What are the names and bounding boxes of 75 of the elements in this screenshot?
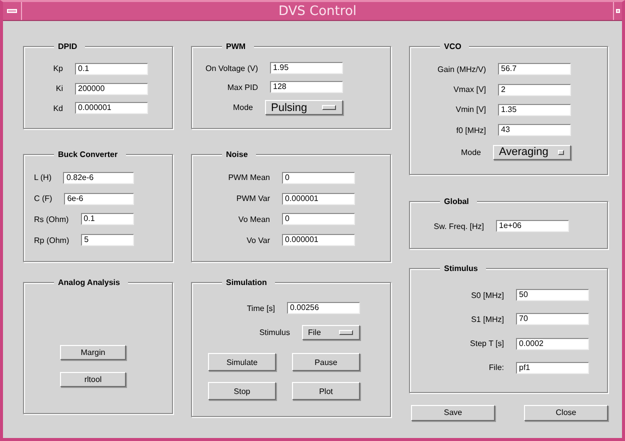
- window-title: DVS Control: [277, 4, 358, 18]
- group-title: VCO: [440, 41, 470, 52]
- group-title: Simulation: [222, 277, 275, 288]
- action-button[interactable]: Margin: [60, 345, 126, 360]
- group-title: Stimulus: [440, 263, 486, 274]
- input-field[interactable]: 50: [516, 289, 589, 302]
- group-title: Analog Analysis: [54, 277, 128, 288]
- field-label: L (H): [34, 173, 52, 182]
- input-field[interactable]: 0.1: [75, 62, 148, 75]
- field-label: Vo Mean: [238, 214, 270, 224]
- menu-indicator-icon: [322, 105, 336, 110]
- action-button[interactable]: rltool: [60, 372, 126, 387]
- field-label: Vo Var: [246, 236, 270, 245]
- maximize-icon[interactable]: [616, 9, 620, 13]
- input-field[interactable]: 1e+06: [496, 220, 569, 232]
- field-label: Max PID: [227, 82, 258, 92]
- input-field[interactable]: 43: [498, 124, 571, 136]
- input-field[interactable]: 6e-6: [64, 192, 134, 205]
- input-field[interactable]: 5: [81, 234, 134, 246]
- field-label: Gain (MHz/V): [438, 64, 486, 74]
- input-field[interactable]: 0.82e-6: [63, 172, 134, 184]
- input-field[interactable]: 2: [498, 84, 571, 96]
- field-label: Sw. Freq. [Hz]: [434, 222, 484, 230]
- input-field[interactable]: 0.000001: [75, 102, 148, 114]
- field-label: Stimulus: [259, 328, 290, 338]
- group-title: PWM: [222, 41, 254, 52]
- option-menu[interactable]: Pulsing: [265, 100, 343, 115]
- input-field[interactable]: 1.95: [270, 62, 343, 74]
- input-field[interactable]: 0.000001: [282, 234, 355, 246]
- input-field[interactable]: 0.00256: [287, 302, 360, 314]
- input-field[interactable]: 128: [270, 81, 343, 93]
- group-title: Buck Converter: [54, 149, 126, 160]
- action-button[interactable]: Simulate: [208, 353, 276, 372]
- field-label: Mode: [460, 148, 481, 157]
- field-label: Kp: [53, 64, 63, 74]
- action-button[interactable]: Plot: [292, 382, 360, 400]
- input-field[interactable]: 56.7: [498, 63, 571, 76]
- option-menu[interactable]: File: [302, 325, 360, 340]
- field-label: Step T [s]: [470, 339, 504, 348]
- action-button[interactable]: Stop: [208, 382, 276, 400]
- input-field[interactable]: 0.000001: [282, 192, 355, 205]
- menu-indicator-icon: [558, 150, 564, 155]
- group-title: Noise: [222, 149, 256, 160]
- input-field[interactable]: 70: [516, 313, 589, 326]
- dialog-button[interactable]: Close: [524, 404, 608, 420]
- input-field[interactable]: 0: [282, 213, 355, 226]
- field-label: File:: [488, 363, 504, 372]
- action-button[interactable]: Pause: [292, 353, 360, 372]
- field-label: Rs (Ohm): [34, 214, 69, 224]
- field-label: On Voltage (V): [206, 64, 258, 72]
- input-field[interactable]: 0: [282, 172, 355, 184]
- group-title: Global: [440, 196, 477, 207]
- window-menu-icon[interactable]: [7, 9, 17, 13]
- field-label: PWM Mean: [228, 173, 270, 182]
- field-label: C (F): [34, 194, 52, 204]
- field-label: Vmax [V]: [454, 85, 486, 94]
- field-label: PWM Var: [236, 194, 270, 204]
- field-label: Kd: [53, 104, 63, 113]
- field-label: Vmin [V]: [456, 105, 486, 114]
- option-menu[interactable]: Averaging: [493, 144, 571, 160]
- input-field[interactable]: 0.1: [80, 213, 134, 226]
- group-title: DPID: [54, 41, 86, 52]
- field-label: S1 [MHz]: [471, 314, 504, 324]
- field-label: Time [s]: [246, 304, 275, 313]
- input-field[interactable]: 0.0002: [516, 338, 589, 350]
- field-label: f0 [MHz]: [456, 126, 486, 135]
- input-field[interactable]: 1.35: [498, 104, 571, 116]
- input-field[interactable]: pf1: [516, 362, 589, 374]
- field-label: Ki: [56, 84, 63, 93]
- field-label: Mode: [232, 103, 253, 112]
- field-label: Rp (Ohm): [34, 236, 70, 245]
- field-label: S0 [MHz]: [471, 290, 504, 300]
- dialog-button[interactable]: Save: [411, 404, 495, 420]
- input-field[interactable]: 200000: [75, 82, 148, 94]
- menu-indicator-icon: [339, 330, 353, 336]
